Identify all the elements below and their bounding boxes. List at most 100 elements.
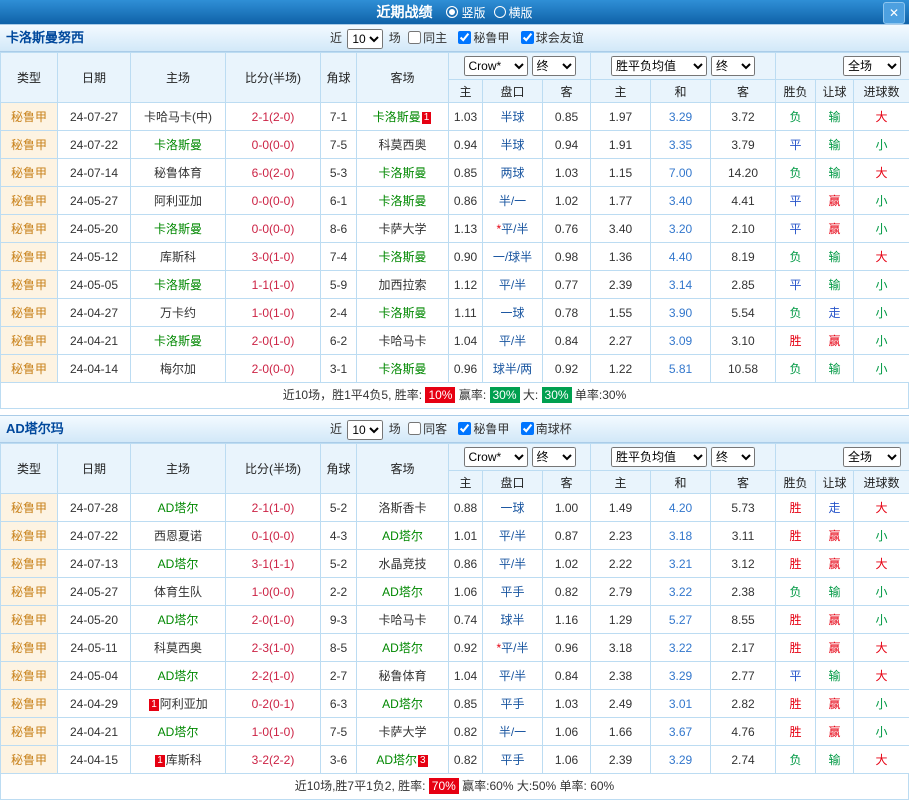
date-cell: 24-04-14	[58, 355, 131, 383]
filter-cup[interactable]: 南球杯	[517, 422, 572, 436]
date-cell: 24-05-20	[58, 215, 131, 243]
scope-select[interactable]: 全场	[843, 56, 901, 76]
avg-home-cell: 3.40	[591, 215, 651, 243]
match-count-select[interactable]: 10	[347, 29, 383, 49]
footer-stat-badge: 70%	[429, 778, 459, 794]
goals-result-cell: 大	[854, 159, 909, 187]
filter-league[interactable]: 秘鲁甲	[454, 422, 509, 436]
handicap-odds-away-cell: 0.85	[543, 103, 591, 131]
score-cell: 3-2(2-2)	[226, 746, 321, 774]
handicap-cell: 球半	[483, 606, 543, 634]
corner-cell: 3-1	[321, 355, 357, 383]
date-cell: 24-05-04	[58, 662, 131, 690]
filter-league[interactable]: 秘鲁甲	[454, 31, 509, 45]
goals-result-cell: 小	[854, 522, 909, 550]
handicap-result-cell: 赢	[816, 327, 854, 355]
handicap-cell: 平/半	[483, 271, 543, 299]
table-row: 秘鲁甲24-04-291阿利亚加0-2(0-1)6-3AD塔尔0.85平手1.0…	[1, 690, 909, 718]
games-label: 场	[389, 31, 401, 45]
goals-result-cell: 小	[854, 187, 909, 215]
handicap-odds-home-cell: 0.90	[449, 243, 483, 271]
score-cell: 2-0(0-0)	[226, 355, 321, 383]
corner-cell: 3-6	[321, 746, 357, 774]
corner-cell: 4-3	[321, 522, 357, 550]
same-home-checkbox[interactable]	[408, 31, 421, 44]
handicap-final-select[interactable]: 终	[532, 56, 576, 76]
col-header-handicap: 盘口	[483, 80, 543, 103]
col-header-corner: 角球	[321, 53, 357, 103]
date-cell: 24-04-21	[58, 327, 131, 355]
handicap-odds-away-cell: 0.92	[543, 355, 591, 383]
handicap-result-cell: 赢	[816, 187, 854, 215]
same-away-checkbox[interactable]	[408, 422, 421, 435]
horizontal-layout-radio[interactable]	[494, 6, 506, 18]
home-team-cell: AD塔尔	[131, 494, 226, 522]
avg-home-cell: 1.15	[591, 159, 651, 187]
handicap-odds-home-cell: 0.86	[449, 187, 483, 215]
corner-cell: 6-3	[321, 690, 357, 718]
wdl-final-select[interactable]: 终	[711, 447, 755, 467]
filter-friendly[interactable]: 球会友谊	[517, 31, 584, 45]
topbar-title-group: 近期战绩 竖版 横版	[0, 0, 909, 24]
result-cell: 胜	[776, 522, 816, 550]
league-cell: 秘鲁甲	[1, 243, 58, 271]
home-team-cell: AD塔尔	[131, 606, 226, 634]
filter-same-home[interactable]: 同主	[404, 31, 447, 45]
friendly-checkbox[interactable]	[521, 31, 534, 44]
table-row: 秘鲁甲24-05-20卡洛斯曼0-0(0-0)8-6卡萨大学1.13*平/半0.…	[1, 215, 909, 243]
home-team-cell: 卡哈马卡(中)	[131, 103, 226, 131]
handicap-final-select[interactable]: 终	[532, 447, 576, 467]
away-team-cell: AD塔尔	[357, 690, 449, 718]
handicap-result-cell: 输	[816, 103, 854, 131]
avg-draw-cell: 3.18	[651, 522, 711, 550]
avg-away-cell: 2.17	[711, 634, 776, 662]
league-checkbox[interactable]	[458, 31, 471, 44]
home-team-cell: AD塔尔	[131, 550, 226, 578]
home-team-cell: 阿利亚加	[131, 187, 226, 215]
cup-checkbox[interactable]	[521, 422, 534, 435]
horizontal-layout-label[interactable]: 横版	[509, 6, 533, 20]
odds-company-select[interactable]: Crow*	[464, 56, 528, 76]
goals-result-cell: 大	[854, 662, 909, 690]
handicap-odds-home-cell: 0.96	[449, 355, 483, 383]
close-button[interactable]: ✕	[883, 2, 905, 24]
table-row: 秘鲁甲24-04-151库斯科3-2(2-2)3-6AD塔尔30.82平手1.0…	[1, 746, 909, 774]
home-team-cell: 体育生队	[131, 578, 226, 606]
handicap-result-cell: 输	[816, 131, 854, 159]
wdl-avg-select[interactable]: 胜平负均值	[611, 56, 707, 76]
vertical-layout-label[interactable]: 竖版	[461, 6, 485, 20]
league-label: 秘鲁甲	[473, 422, 509, 436]
match-count-select[interactable]: 10	[347, 420, 383, 440]
handicap-odds-away-cell: 0.78	[543, 299, 591, 327]
table-row: 秘鲁甲24-04-21卡洛斯曼2-0(1-0)6-2卡哈马卡1.04平/半0.8…	[1, 327, 909, 355]
page-title: 近期战绩	[376, 4, 432, 20]
date-cell: 24-05-12	[58, 243, 131, 271]
avg-away-cell: 3.12	[711, 550, 776, 578]
corner-cell: 9-3	[321, 606, 357, 634]
filter-same-away[interactable]: 同客	[404, 422, 447, 436]
wdl-avg-select[interactable]: 胜平负均值	[611, 447, 707, 467]
avg-away-cell: 5.73	[711, 494, 776, 522]
vertical-layout-radio[interactable]	[446, 6, 458, 18]
handicap-result-cell: 赢	[816, 690, 854, 718]
footer-text: 赢率:60% 大:50% 单率: 60%	[459, 779, 614, 793]
handicap-odds-home-cell: 1.13	[449, 215, 483, 243]
away-team-cell: 科莫西奥	[357, 131, 449, 159]
avg-home-cell: 2.23	[591, 522, 651, 550]
result-cell: 胜	[776, 327, 816, 355]
date-cell: 24-04-29	[58, 690, 131, 718]
league-checkbox[interactable]	[458, 422, 471, 435]
corner-cell: 8-6	[321, 215, 357, 243]
result-cell: 负	[776, 578, 816, 606]
corner-cell: 7-5	[321, 718, 357, 746]
away-team-cell: 秘鲁体育	[357, 662, 449, 690]
wdl-final-select[interactable]: 终	[711, 56, 755, 76]
away-team-cell: AD塔尔	[357, 522, 449, 550]
date-cell: 24-07-14	[58, 159, 131, 187]
score-cell: 3-1(1-1)	[226, 550, 321, 578]
scope-select[interactable]: 全场	[843, 447, 901, 467]
avg-draw-cell: 4.20	[651, 494, 711, 522]
odds-company-select[interactable]: Crow*	[464, 447, 528, 467]
table-row: 秘鲁甲24-05-04AD塔尔2-2(1-0)2-7秘鲁体育1.04平/半0.8…	[1, 662, 909, 690]
away-team-cell: 洛斯香卡	[357, 494, 449, 522]
